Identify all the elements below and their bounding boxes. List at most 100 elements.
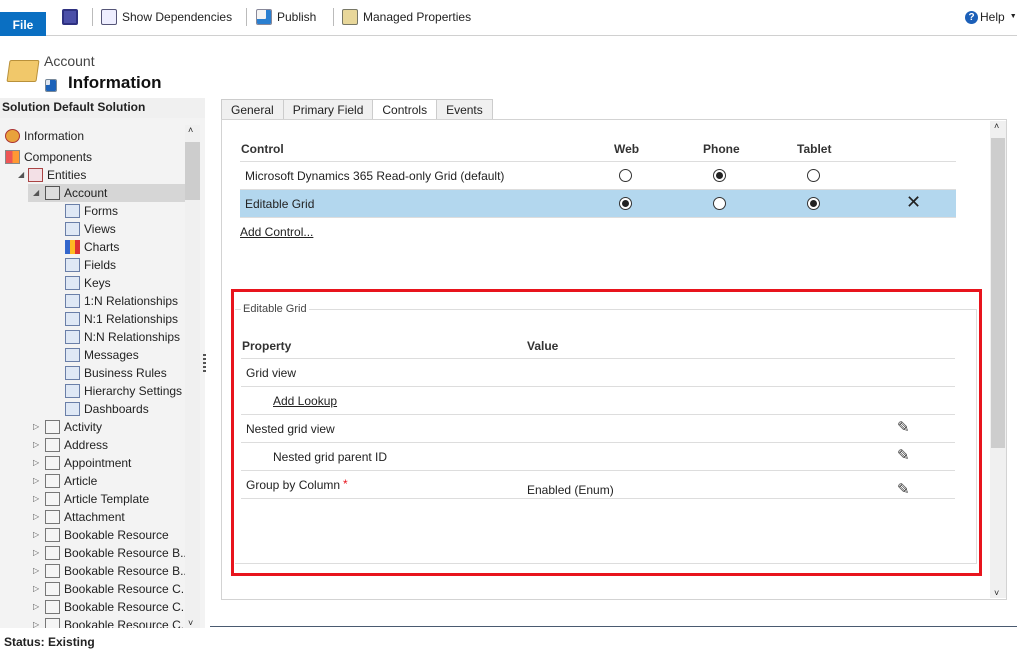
tree-item-charts[interactable]: Charts: [0, 238, 185, 256]
tree-item-label: Hierarchy Settings: [84, 382, 182, 400]
property-row: Add Lookup: [241, 387, 955, 414]
show-dependencies-button[interactable]: Show Dependencies: [101, 8, 232, 26]
tree-item-n-n-relationships[interactable]: N:N Relationships: [0, 328, 185, 346]
add-control-link[interactable]: Add Control...: [240, 225, 313, 239]
expand-arrow-icon[interactable]: ▷: [33, 616, 43, 628]
tree-item-bookable-resource-b[interactable]: ▷Bookable Resource B...: [0, 544, 185, 562]
scroll-down-icon[interactable]: ˅: [994, 588, 999, 598]
edit-pencil-icon[interactable]: ✎: [897, 480, 910, 498]
scroll-up-icon[interactable]: ˄: [188, 125, 193, 135]
tree-item-article-template[interactable]: ▷Article Template: [0, 490, 185, 508]
control-row[interactable]: Microsoft Dynamics 365 Read-only Grid (d…: [240, 162, 956, 189]
expand-arrow-icon[interactable]: ▷: [33, 598, 43, 616]
expand-arrow-icon[interactable]: ◢: [33, 184, 43, 202]
scroll-up-icon[interactable]: ˄: [994, 121, 999, 131]
tab-bar: GeneralPrimary FieldControlsEvents: [221, 99, 492, 121]
scroll-down-icon[interactable]: ˅: [188, 618, 193, 628]
tab-controls[interactable]: Controls: [372, 99, 437, 121]
tree-item-messages[interactable]: Messages: [0, 346, 185, 364]
tree-item-entities[interactable]: ◢ Entities: [0, 166, 185, 184]
divider: [241, 498, 955, 499]
expand-arrow-icon[interactable]: ▷: [33, 580, 43, 598]
radio-web[interactable]: [619, 169, 632, 182]
divider: [210, 626, 1017, 627]
expand-arrow-icon[interactable]: ▷: [33, 490, 43, 508]
tree-item-bookable-resource-b[interactable]: ▷Bookable Resource B...: [0, 562, 185, 580]
tree-item-bookable-resource-c[interactable]: ▷Bookable Resource C...: [0, 580, 185, 598]
expand-arrow-icon[interactable]: ▷: [33, 418, 43, 436]
tree-item-attachment[interactable]: ▷Attachment: [0, 508, 185, 526]
save-button[interactable]: [62, 8, 78, 26]
n-1-relationships-icon: [65, 312, 80, 326]
radio-web[interactable]: [619, 197, 632, 210]
tree-item-n-1-relationships[interactable]: N:1 Relationships: [0, 310, 185, 328]
tab-primary-field[interactable]: Primary Field: [283, 99, 374, 120]
tree-item-bookable-resource[interactable]: ▷Bookable Resource: [0, 526, 185, 544]
tree-item-label: Charts: [84, 238, 119, 256]
tree-item-account[interactable]: ◢Account: [28, 184, 185, 202]
edit-pencil-icon[interactable]: ✎: [897, 418, 910, 436]
expand-arrow-icon[interactable]: ▷: [33, 562, 43, 580]
tab-general[interactable]: General: [221, 99, 284, 120]
property-row: Nested grid view✎: [241, 415, 955, 442]
control-row[interactable]: Editable Grid✕: [240, 190, 956, 217]
article-template-icon: [45, 492, 60, 506]
tree-item-bookable-resource-c[interactable]: ▷Bookable Resource C...: [0, 598, 185, 616]
expand-arrow-icon[interactable]: ▷: [33, 544, 43, 562]
bookable-resource-c-icon: [45, 600, 60, 614]
publish-label: Publish: [277, 8, 316, 26]
publish-button[interactable]: Publish: [256, 8, 316, 26]
tree-item-address[interactable]: ▷ Address: [0, 436, 185, 454]
tree-item-label: Dashboards: [84, 400, 149, 418]
page-title: Information: [68, 73, 162, 93]
content-scrollbar[interactable]: ˄˅: [990, 121, 1006, 598]
splitter-handle[interactable]: [203, 354, 206, 372]
tree-item-label: Keys: [84, 274, 111, 292]
article-icon: [45, 474, 60, 488]
tree-item-business-rules[interactable]: Business Rules: [0, 364, 185, 382]
expand-arrow-icon[interactable]: ▷: [33, 508, 43, 526]
radio-phone[interactable]: [713, 169, 726, 182]
tree-item-forms[interactable]: Forms: [0, 202, 185, 220]
tree-item-dashboards[interactable]: Dashboards: [0, 400, 185, 418]
managed-properties-button[interactable]: Managed Properties: [342, 8, 471, 26]
tree-item-appointment[interactable]: ▷Appointment: [0, 454, 185, 472]
tree-item-hierarchy-settings[interactable]: Hierarchy Settings: [0, 382, 185, 400]
help-button[interactable]: ?Help▼: [965, 8, 1017, 26]
expand-arrow-icon[interactable]: ◢: [18, 166, 28, 184]
property-name[interactable]: Add Lookup: [273, 394, 337, 408]
expand-arrow-icon[interactable]: ▷: [33, 472, 43, 490]
tree-item-fields[interactable]: Fields: [0, 256, 185, 274]
column-header-control: Control: [241, 142, 284, 156]
radio-tablet[interactable]: [807, 169, 820, 182]
file-button[interactable]: File: [0, 12, 46, 36]
bookable-resource-b-icon: [45, 564, 60, 578]
expand-arrow-icon[interactable]: ▷: [33, 526, 43, 544]
tree-item-bookable-resource-c[interactable]: ▷Bookable Resource C...: [0, 616, 185, 628]
tree-item-label: Address: [64, 436, 108, 454]
property-name: Group by Column: [246, 478, 340, 492]
expand-arrow-icon[interactable]: ▷: [33, 436, 43, 454]
tree-item-activity[interactable]: ▷Activity: [0, 418, 185, 436]
tree-item-views[interactable]: Views: [0, 220, 185, 238]
scrollbar-thumb[interactable]: [185, 142, 200, 200]
scrollbar-thumb[interactable]: [991, 138, 1005, 448]
edit-pencil-icon[interactable]: ✎: [897, 446, 910, 464]
tree-item-information[interactable]: Information: [0, 127, 185, 145]
delete-icon[interactable]: ✕: [906, 192, 921, 213]
radio-tablet[interactable]: [807, 197, 820, 210]
bookable-resource-c-icon: [45, 582, 60, 596]
property-value: Enabled (Enum): [527, 483, 614, 497]
managed-properties-label: Managed Properties: [363, 8, 471, 26]
tree-item-keys[interactable]: Keys: [0, 274, 185, 292]
tree-item-article[interactable]: ▷Article: [0, 472, 185, 490]
fields-icon: [65, 258, 80, 272]
expand-arrow-icon[interactable]: ▷: [33, 454, 43, 472]
tree-item-1-n-relationships[interactable]: 1:N Relationships: [0, 292, 185, 310]
separator: [246, 8, 247, 26]
tree-item-label: Entities: [47, 166, 86, 184]
tree-item-components[interactable]: Components: [0, 148, 185, 166]
tree-scrollbar[interactable]: ˄˅: [185, 125, 200, 628]
tab-events[interactable]: Events: [436, 99, 493, 120]
radio-phone[interactable]: [713, 197, 726, 210]
